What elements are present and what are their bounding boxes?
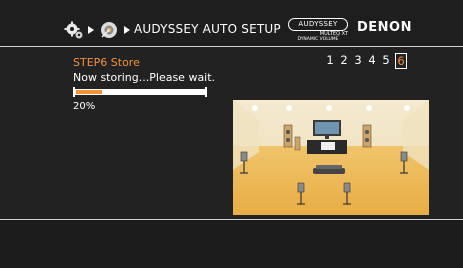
chevron-right-icon (88, 26, 94, 34)
step-title: STEP6 Store (73, 56, 140, 69)
progress-bar (74, 89, 207, 95)
brand-logo: DENON (357, 20, 412, 35)
step-indicator: 1 2 3 4 5 6 (325, 53, 407, 69)
step-2: 2 (340, 53, 348, 67)
progress-bar-fill (76, 90, 102, 94)
progress-percent: 20% (73, 101, 96, 112)
step-3: 3 (354, 53, 362, 67)
audyssey-logo-text: AUDYSSEY (288, 18, 348, 31)
setup-gears-icon (64, 21, 83, 39)
status-text: Now storing...Please wait. (73, 71, 216, 84)
breadcrumb-title: AUDYSSEY AUTO SETUP (134, 22, 281, 36)
step-6-active: 6 (395, 53, 407, 69)
room-speaker-layout-illustration (233, 100, 429, 215)
chevron-right-icon (124, 26, 130, 34)
progress-bar-end-cap (205, 87, 207, 97)
footer-area (0, 220, 463, 268)
audyssey-logo: AUDYSSEY MULTEQ XT DYNAMIC VOLUME (288, 18, 348, 44)
step-4: 4 (368, 53, 376, 67)
step-1: 1 (326, 53, 334, 67)
step-5: 5 (382, 53, 390, 67)
audyssey-sub2: DYNAMIC VOLUME (297, 37, 339, 42)
header-bar: AUDYSSEY AUTO SETUP AUDYSSEY MULTEQ XT D… (0, 0, 463, 46)
speaker-setup-icon (101, 22, 117, 38)
